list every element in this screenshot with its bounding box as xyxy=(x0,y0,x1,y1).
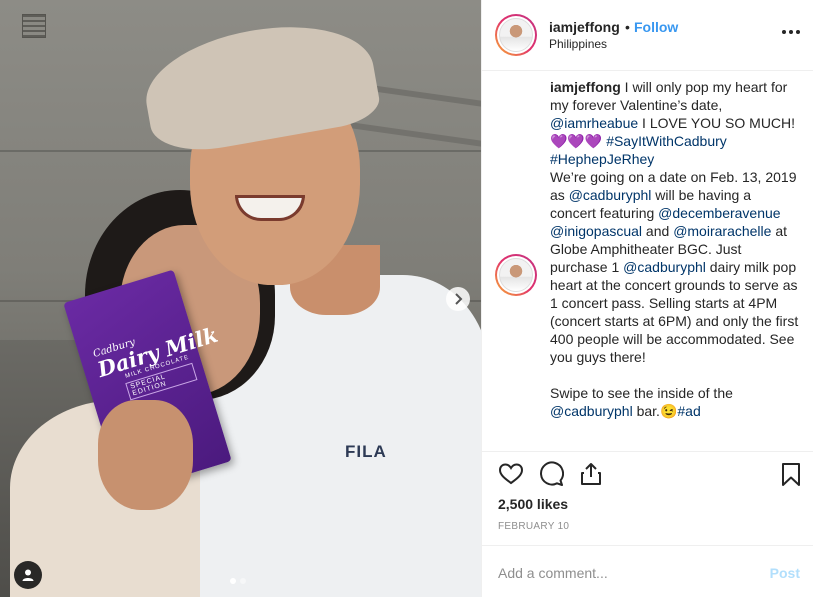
location-link[interactable]: Philippines xyxy=(549,37,607,51)
caption-mention-link[interactable]: @iamrheabue xyxy=(550,115,638,131)
caption-area: iamjeffong I will only pop my heart for … xyxy=(482,71,813,451)
caption-hashtag-link[interactable]: #ad xyxy=(677,403,700,419)
caption-text: and xyxy=(642,223,674,239)
post-date[interactable]: FEBRUARY 10 xyxy=(498,521,569,532)
caption-mention-link[interactable]: @moirarachelle xyxy=(673,223,771,239)
carousel-next-button[interactable] xyxy=(446,287,470,311)
chevron-right-icon xyxy=(455,293,463,305)
post-photo[interactable]: FILA Cadbury Dairy Milk MILK CHOCOLATE S… xyxy=(0,0,481,597)
caption-text: bar. xyxy=(632,403,660,419)
shirt-logo: FILA xyxy=(345,442,387,461)
carousel-indicator xyxy=(230,578,246,584)
comment-input[interactable] xyxy=(498,564,748,582)
avatar-image xyxy=(499,258,533,292)
tagged-users-button[interactable] xyxy=(14,561,42,589)
comment-icon[interactable] xyxy=(538,461,564,487)
caption-mention-link[interactable]: @cadburyphl xyxy=(569,187,652,203)
likes-count[interactable]: 2,500 likes xyxy=(498,496,568,512)
follow-button[interactable]: Follow xyxy=(634,19,678,35)
avatar[interactable] xyxy=(495,14,537,56)
caption-emoji: 💜💜💜 xyxy=(550,133,603,149)
heart-icon[interactable] xyxy=(498,461,524,487)
post-comment-button[interactable]: Post xyxy=(770,565,800,581)
woman-hand xyxy=(98,400,193,510)
caption-mention-link[interactable]: @decemberavenue xyxy=(658,205,780,221)
more-options-icon[interactable] xyxy=(780,25,802,39)
separator-dot: • xyxy=(625,19,630,35)
carousel-dot-active xyxy=(230,578,236,584)
user-tag-icon xyxy=(22,569,34,581)
caption-text: dairy milk pop heart at the concert grou… xyxy=(550,259,799,401)
bookmark-icon[interactable] xyxy=(778,461,804,487)
caption-emoji: 😉 xyxy=(659,403,678,419)
caption-mention-link[interactable]: @cadburyphl xyxy=(623,259,706,275)
caption-hashtag-link[interactable]: #HephepJeRhey xyxy=(550,151,654,167)
caption-hashtag-link[interactable]: #SayItWithCadbury xyxy=(606,133,727,149)
post-header: iamjeffong • Follow Philippines xyxy=(482,0,813,71)
caption-username[interactable]: iamjeffong xyxy=(550,79,621,95)
avatar-image xyxy=(499,18,533,52)
caption-mention-link[interactable]: @cadburyphl xyxy=(550,403,633,419)
carousel-dot xyxy=(240,578,246,584)
action-bar xyxy=(482,451,813,493)
caption-mention-link[interactable]: @inigopascual xyxy=(550,223,642,239)
caption-text: I LOVE YOU SO MUCH! xyxy=(638,115,796,131)
post-side-panel: iamjeffong • Follow Philippines iamjeffo… xyxy=(481,0,813,597)
username-link[interactable]: iamjeffong xyxy=(549,19,620,35)
share-icon[interactable] xyxy=(578,461,604,487)
wall-vent xyxy=(22,14,46,38)
caption-avatar[interactable] xyxy=(495,254,537,296)
comment-box: Post xyxy=(482,545,813,597)
post-caption: iamjeffong I will only pop my heart for … xyxy=(550,78,800,420)
